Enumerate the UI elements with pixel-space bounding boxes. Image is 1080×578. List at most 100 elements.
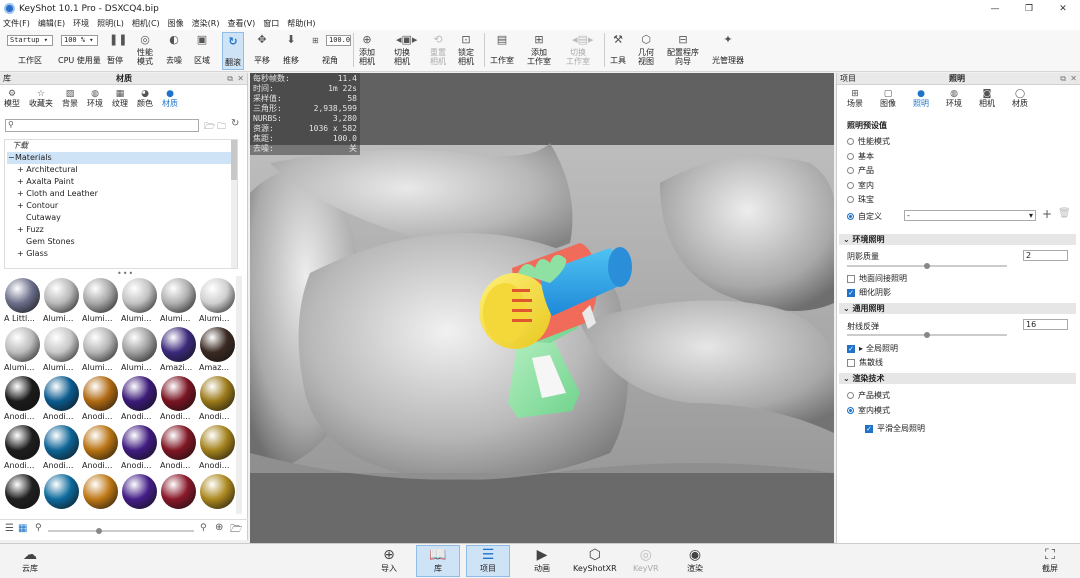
- preset-custom[interactable]: 自定义: [847, 211, 882, 222]
- menu-file[interactable]: 文件(F): [3, 18, 30, 29]
- tab-favorites[interactable]: ☆ 收藏夹: [29, 89, 53, 108]
- product-mode-radio[interactable]: 产品模式: [847, 390, 890, 401]
- shadow-quality-slider[interactable]: [847, 263, 1007, 269]
- thumbnail-size-slider[interactable]: [48, 528, 194, 534]
- tree-item-downloads[interactable]: 下载: [12, 140, 28, 152]
- maximize-button[interactable]: ❐: [1012, 0, 1046, 17]
- material-swatch[interactable]: Anodi...: [121, 423, 158, 472]
- preset-product[interactable]: 产品: [847, 165, 874, 176]
- tab-camera[interactable]: ◙ 相机: [979, 89, 995, 108]
- workspace-select[interactable]: Startup ▾: [7, 35, 53, 46]
- tree-item-gem-stones[interactable]: Gem Stones: [26, 236, 75, 248]
- menu-help[interactable]: 帮助(H): [287, 18, 315, 29]
- global-illumination-checkbox[interactable]: ✓ ▸ 全局照明: [847, 343, 898, 354]
- menu-view[interactable]: 查看(V): [227, 18, 255, 29]
- menu-window[interactable]: 窗口: [263, 18, 279, 29]
- screenshot-button[interactable]: ⛶ 截屏: [1041, 546, 1059, 573]
- tree-item-fuzz[interactable]: + Fuzz: [17, 224, 44, 236]
- tumble-button[interactable]: ↻ 翻滚: [222, 32, 244, 70]
- minimize-button[interactable]: —: [978, 0, 1012, 17]
- close-button[interactable]: ✕: [1046, 0, 1080, 17]
- tree-item-glass[interactable]: + Glass: [17, 248, 48, 260]
- material-swatch[interactable]: Anodi...: [121, 374, 158, 423]
- render-button[interactable]: ◉ 渲染: [686, 546, 704, 573]
- material-swatch[interactable]: A Littl...: [4, 276, 41, 325]
- tab-backgrounds[interactable]: ▨ 背景: [62, 89, 78, 108]
- cpu-usage-select[interactable]: 100 % ▾: [61, 35, 98, 46]
- material-swatch[interactable]: Alumi...: [121, 276, 158, 325]
- folder-import-icon[interactable]: 🗁: [204, 119, 215, 135]
- tree-item-materials[interactable]: − Materials: [7, 152, 237, 164]
- folder-sync-icon[interactable]: 🗀: [217, 119, 226, 135]
- material-swatch[interactable]: Alumi...: [43, 325, 80, 374]
- keyshotxr-button[interactable]: ⬡ KeyShotXR: [573, 546, 617, 573]
- add-studio-button[interactable]: ⊞ 添加 工作室: [527, 34, 551, 67]
- studio-button[interactable]: ▤ 工作室: [490, 34, 514, 66]
- add-camera-button[interactable]: ⊕ 添加 相机: [359, 34, 375, 67]
- zoom-out-icon[interactable]: ⚲: [35, 523, 42, 533]
- material-swatch[interactable]: Alumi...: [82, 325, 119, 374]
- tools-button[interactable]: ⚒ 工具: [610, 34, 626, 66]
- general-lighting-section[interactable]: ⌄ 通用照明: [839, 303, 1076, 314]
- material-swatch[interactable]: Alumi...: [160, 276, 197, 325]
- switch-studio-button[interactable]: ◂▤▸ 切换 工作室: [566, 34, 593, 67]
- refine-shadows-checkbox[interactable]: ✓ 细化阴影: [847, 287, 891, 298]
- ray-bounces-slider[interactable]: [847, 332, 1007, 338]
- preset-basic[interactable]: 基本: [847, 151, 874, 162]
- tab-colors[interactable]: ◕ 颜色: [137, 89, 153, 108]
- configurator-wizard-button[interactable]: ⊟ 配置程序 向导: [667, 34, 699, 67]
- tree-item-cutaway[interactable]: Cutaway: [26, 212, 61, 224]
- project-toggle-button[interactable]: ☰ 项目: [466, 545, 510, 577]
- denoise-button[interactable]: ◐ 去噪: [166, 34, 182, 66]
- tree-scrollbar[interactable]: [231, 140, 237, 268]
- preset-jewelry[interactable]: 珠宝: [847, 194, 874, 205]
- zoom-in-icon[interactable]: ⚲: [200, 523, 207, 533]
- close-panel-icon[interactable]: ✕: [237, 74, 244, 83]
- material-swatch[interactable]: Amaz...: [199, 325, 236, 374]
- tab-textures[interactable]: ▦ 纹理: [112, 89, 128, 108]
- add-preset-icon[interactable]: +: [1042, 207, 1052, 221]
- material-swatch[interactable]: Alumi...: [4, 325, 41, 374]
- tab-scene[interactable]: ⊞ 场景: [847, 89, 863, 108]
- material-swatch[interactable]: [4, 472, 41, 516]
- switch-camera-button[interactable]: ◂▣▸ 切换 相机: [394, 34, 417, 67]
- tab-materials[interactable]: ● 材质: [162, 89, 178, 108]
- list-view-icon[interactable]: ☰: [5, 523, 14, 534]
- download-icon[interactable]: ⊕: [215, 522, 223, 533]
- env-lighting-section[interactable]: ⌄ 环境照明: [839, 234, 1076, 245]
- region-button[interactable]: ▣ 区域: [194, 34, 210, 66]
- render-technique-section[interactable]: ⌄ 渲染技术: [839, 373, 1076, 384]
- material-swatch[interactable]: Alumi...: [199, 276, 236, 325]
- menu-camera[interactable]: 相机(C): [132, 18, 160, 29]
- preset-interior[interactable]: 室内: [847, 180, 874, 191]
- material-swatch[interactable]: Anodi...: [43, 374, 80, 423]
- cloud-library-button[interactable]: ☁ 云库: [21, 546, 39, 573]
- menu-lighting[interactable]: 照明(L): [97, 18, 124, 29]
- material-swatch[interactable]: Anodi...: [199, 374, 236, 423]
- material-swatch[interactable]: Anodi...: [4, 374, 41, 423]
- float-panel-icon[interactable]: ⧉: [1060, 74, 1066, 84]
- material-swatch[interactable]: Anodi...: [43, 423, 80, 472]
- caustics-checkbox[interactable]: 焦散线: [847, 357, 883, 368]
- material-swatch[interactable]: [121, 472, 158, 516]
- lock-camera-button[interactable]: ⊡ 锁定 相机: [458, 34, 474, 67]
- ray-bounces-input[interactable]: 16: [1023, 319, 1068, 330]
- material-swatch[interactable]: [82, 472, 119, 516]
- material-swatch[interactable]: Anodi...: [82, 374, 119, 423]
- tree-item-architectural[interactable]: + Architectural: [17, 164, 78, 176]
- ground-indirect-checkbox[interactable]: 地面间接照明: [847, 273, 907, 284]
- interior-mode-radio[interactable]: 室内模式: [847, 405, 890, 416]
- folder-icon[interactable]: 🗁: [230, 522, 242, 539]
- tab-material[interactable]: ◯ 材质: [1012, 89, 1028, 108]
- performance-mode-button[interactable]: ◎ 性能 模式: [137, 34, 153, 67]
- material-swatch[interactable]: [199, 472, 236, 516]
- material-swatch[interactable]: Alumi...: [82, 276, 119, 325]
- dolly-button[interactable]: ⬇ 推移: [283, 34, 299, 66]
- view-label[interactable]: 视角: [322, 55, 338, 66]
- custom-preset-select[interactable]: - ▾: [904, 210, 1036, 221]
- animation-button[interactable]: ▶ 动画: [533, 546, 551, 573]
- shadow-quality-input[interactable]: 2: [1023, 250, 1068, 261]
- library-toggle-button[interactable]: 📖 库: [416, 545, 460, 577]
- refresh-icon[interactable]: ↻: [231, 118, 239, 129]
- swatch-scrollbar[interactable]: [236, 276, 242, 514]
